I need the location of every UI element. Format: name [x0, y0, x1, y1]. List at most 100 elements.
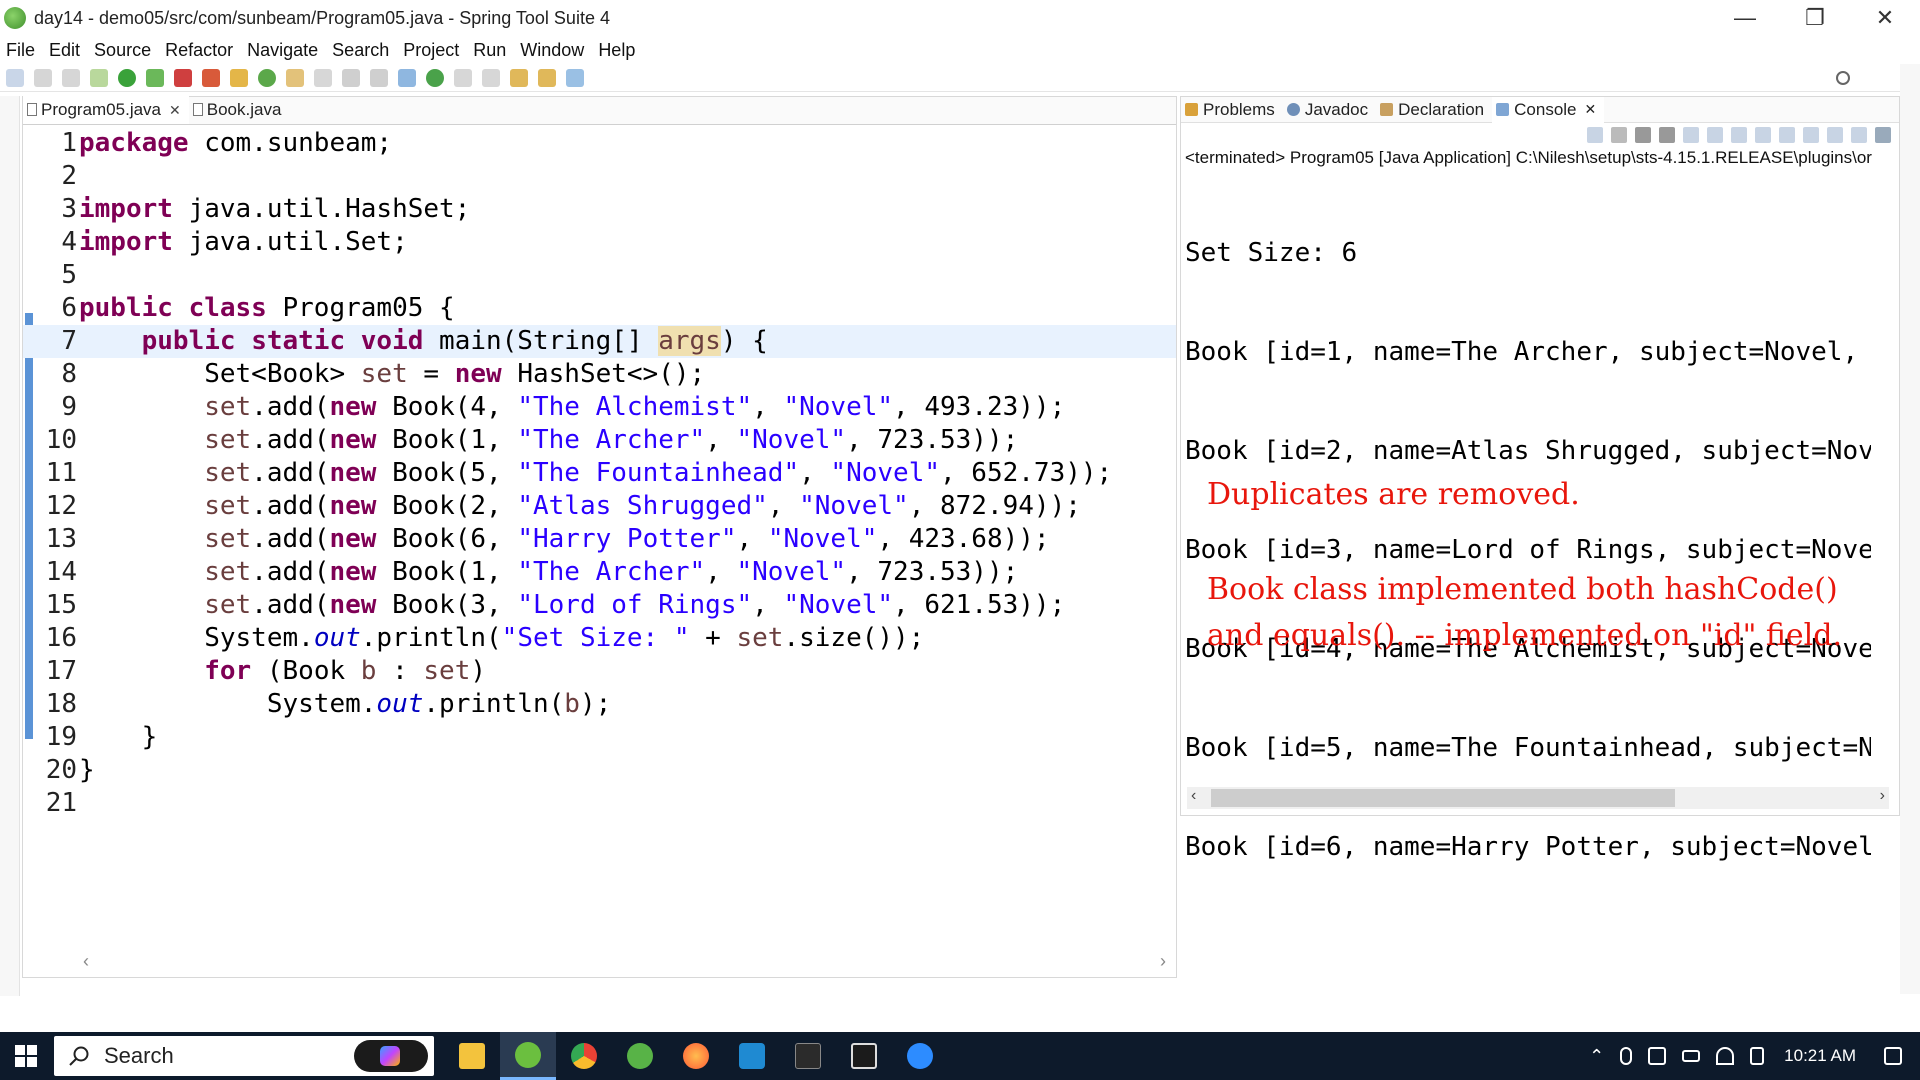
remove-launch-icon[interactable] [1635, 127, 1651, 143]
debug-icon[interactable] [146, 68, 164, 87]
remove-all-icon[interactable] [1659, 127, 1675, 143]
spring-app-2[interactable] [612, 1032, 668, 1080]
close-console-icon[interactable]: ✕ [1585, 101, 1597, 118]
line-number: 8 [61, 359, 77, 389]
show-on-error-icon[interactable] [1779, 127, 1795, 143]
stop-icon[interactable] [174, 68, 192, 87]
scroll-thumb[interactable] [1211, 789, 1675, 807]
clear-console-icon[interactable] [1683, 127, 1699, 143]
code-line: 17 for (Book b : set) [23, 655, 1176, 688]
new-java-package-icon[interactable] [230, 68, 248, 87]
word-wrap-icon[interactable] [370, 68, 388, 87]
close-window-button[interactable]: ✕ [1850, 0, 1920, 36]
search-tool-icon[interactable] [314, 68, 332, 87]
close-tab-icon[interactable]: ✕ [169, 102, 181, 119]
display-selected-console-icon[interactable] [1827, 127, 1843, 143]
console-view-icon[interactable] [398, 68, 416, 87]
scroll-right-icon[interactable]: › [1160, 951, 1166, 971]
next-annotation-icon[interactable] [454, 68, 472, 87]
previous-annotation-icon[interactable] [482, 68, 500, 87]
line-number: 10 [45, 425, 77, 455]
code-line: 18 System.out.println(b); [23, 688, 1176, 721]
editor-horizontal-scrollbar[interactable]: ‹ › [83, 951, 1166, 971]
show-on-output-icon[interactable] [1755, 127, 1771, 143]
open-type-icon[interactable] [286, 68, 304, 87]
menu-help[interactable]: Help [598, 40, 635, 61]
chrome-app[interactable] [556, 1032, 612, 1080]
menu-file[interactable]: File [6, 40, 35, 61]
menu-project[interactable]: Project [403, 40, 459, 61]
zoom-app[interactable] [892, 1032, 948, 1080]
scroll-right-icon[interactable]: › [1880, 787, 1885, 805]
spring-tool-suite-app[interactable] [500, 1032, 556, 1080]
menu-window[interactable]: Window [520, 40, 584, 61]
code-area[interactable]: 1 package com.sunbeam; 2 3 import java.uti… [23, 127, 1176, 947]
tab-declaration[interactable]: Declaration [1376, 97, 1492, 123]
menu-run[interactable]: Run [473, 40, 506, 61]
pin-editor-icon[interactable] [566, 68, 584, 87]
spring-boot-icon[interactable] [90, 68, 108, 87]
pin-console-icon[interactable] [1587, 127, 1603, 143]
console-icon [1496, 102, 1510, 116]
save-all-icon[interactable] [62, 68, 80, 87]
word-wrap-icon[interactable] [1731, 127, 1747, 143]
back-icon[interactable] [510, 68, 528, 87]
console-output[interactable]: Set Size: 6 Book [id=1, name=The Archer,… [1181, 171, 1871, 930]
menu-refactor[interactable]: Refactor [165, 40, 233, 61]
spring-tool-suite-icon [4, 7, 26, 29]
menu-navigate[interactable]: Navigate [247, 40, 318, 61]
toggle-mark-icon[interactable] [342, 68, 360, 87]
search-icon[interactable] [1836, 70, 1850, 85]
menu-source[interactable]: Source [94, 40, 151, 61]
open-console-icon[interactable] [1803, 127, 1819, 143]
save-icon[interactable] [34, 68, 52, 87]
forward-icon[interactable] [538, 68, 556, 87]
editor-tab-bar: Program05.java ✕ Book.java [23, 96, 1176, 125]
volume-icon[interactable] [1750, 1047, 1765, 1065]
firefox-app[interactable] [668, 1032, 724, 1080]
minimize-button[interactable]: — [1710, 0, 1780, 36]
code-line: 3 import java.util.HashSet; [23, 193, 1176, 226]
taskbar-search-box[interactable]: Search [54, 1036, 434, 1076]
new-java-class-icon[interactable] [258, 68, 276, 87]
start-button[interactable] [0, 1032, 52, 1080]
annotation-hashcode-equals: Book class implemented both hashCode() a… [1207, 572, 1843, 653]
restore-button[interactable]: ❐ [1780, 0, 1850, 36]
tab-problems[interactable]: Problems [1181, 97, 1283, 123]
console-settings-icon[interactable] [1875, 127, 1891, 143]
scroll-left-icon[interactable]: ‹ [83, 951, 89, 971]
clock[interactable]: 10:21 AM [1784, 1046, 1856, 1066]
wifi-icon[interactable] [1716, 1047, 1735, 1065]
tab-label: Javadoc [1304, 99, 1369, 119]
vscode-app[interactable] [724, 1032, 780, 1080]
java-file-icon [27, 103, 37, 116]
new-console-icon[interactable] [1851, 127, 1867, 143]
scroll-lock-icon[interactable] [1707, 127, 1723, 143]
screen-app[interactable] [836, 1032, 892, 1080]
title-bar: day14 - demo05/src/com/sunbeam/Program05… [0, 0, 1920, 36]
chevron-up-icon[interactable]: ⌃ [1589, 1046, 1604, 1067]
tab-program05-java[interactable]: Program05.java ✕ [23, 96, 189, 124]
console-horizontal-scrollbar[interactable]: ‹ › [1187, 787, 1889, 809]
copilot-icon[interactable] [354, 1040, 428, 1072]
menu-edit[interactable]: Edit [49, 40, 80, 61]
run-last-icon[interactable] [426, 68, 444, 87]
right-trim-bar [1900, 64, 1920, 994]
output-line: Book [id=5, name=The Fountainhead, subje… [1185, 733, 1871, 763]
tab-console[interactable]: Console ✕ [1492, 96, 1605, 123]
microphone-icon[interactable] [1620, 1047, 1633, 1065]
tab-book-java[interactable]: Book.java [189, 96, 290, 124]
notifications-icon[interactable] [1884, 1047, 1902, 1065]
file-explorer-app[interactable] [444, 1032, 500, 1080]
chrome-icon [571, 1043, 597, 1069]
battery-icon[interactable] [1682, 1050, 1701, 1062]
terminal-app[interactable] [780, 1032, 836, 1080]
menu-search[interactable]: Search [332, 40, 389, 61]
scroll-left-icon[interactable]: ‹ [1191, 787, 1196, 805]
tab-javadoc[interactable]: Javadoc [1283, 97, 1376, 123]
run-icon[interactable] [118, 68, 136, 87]
terminate-icon[interactable] [1611, 127, 1627, 143]
new-icon[interactable] [6, 68, 24, 87]
display-icon[interactable] [1648, 1047, 1667, 1065]
external-tools-icon[interactable] [202, 68, 220, 87]
